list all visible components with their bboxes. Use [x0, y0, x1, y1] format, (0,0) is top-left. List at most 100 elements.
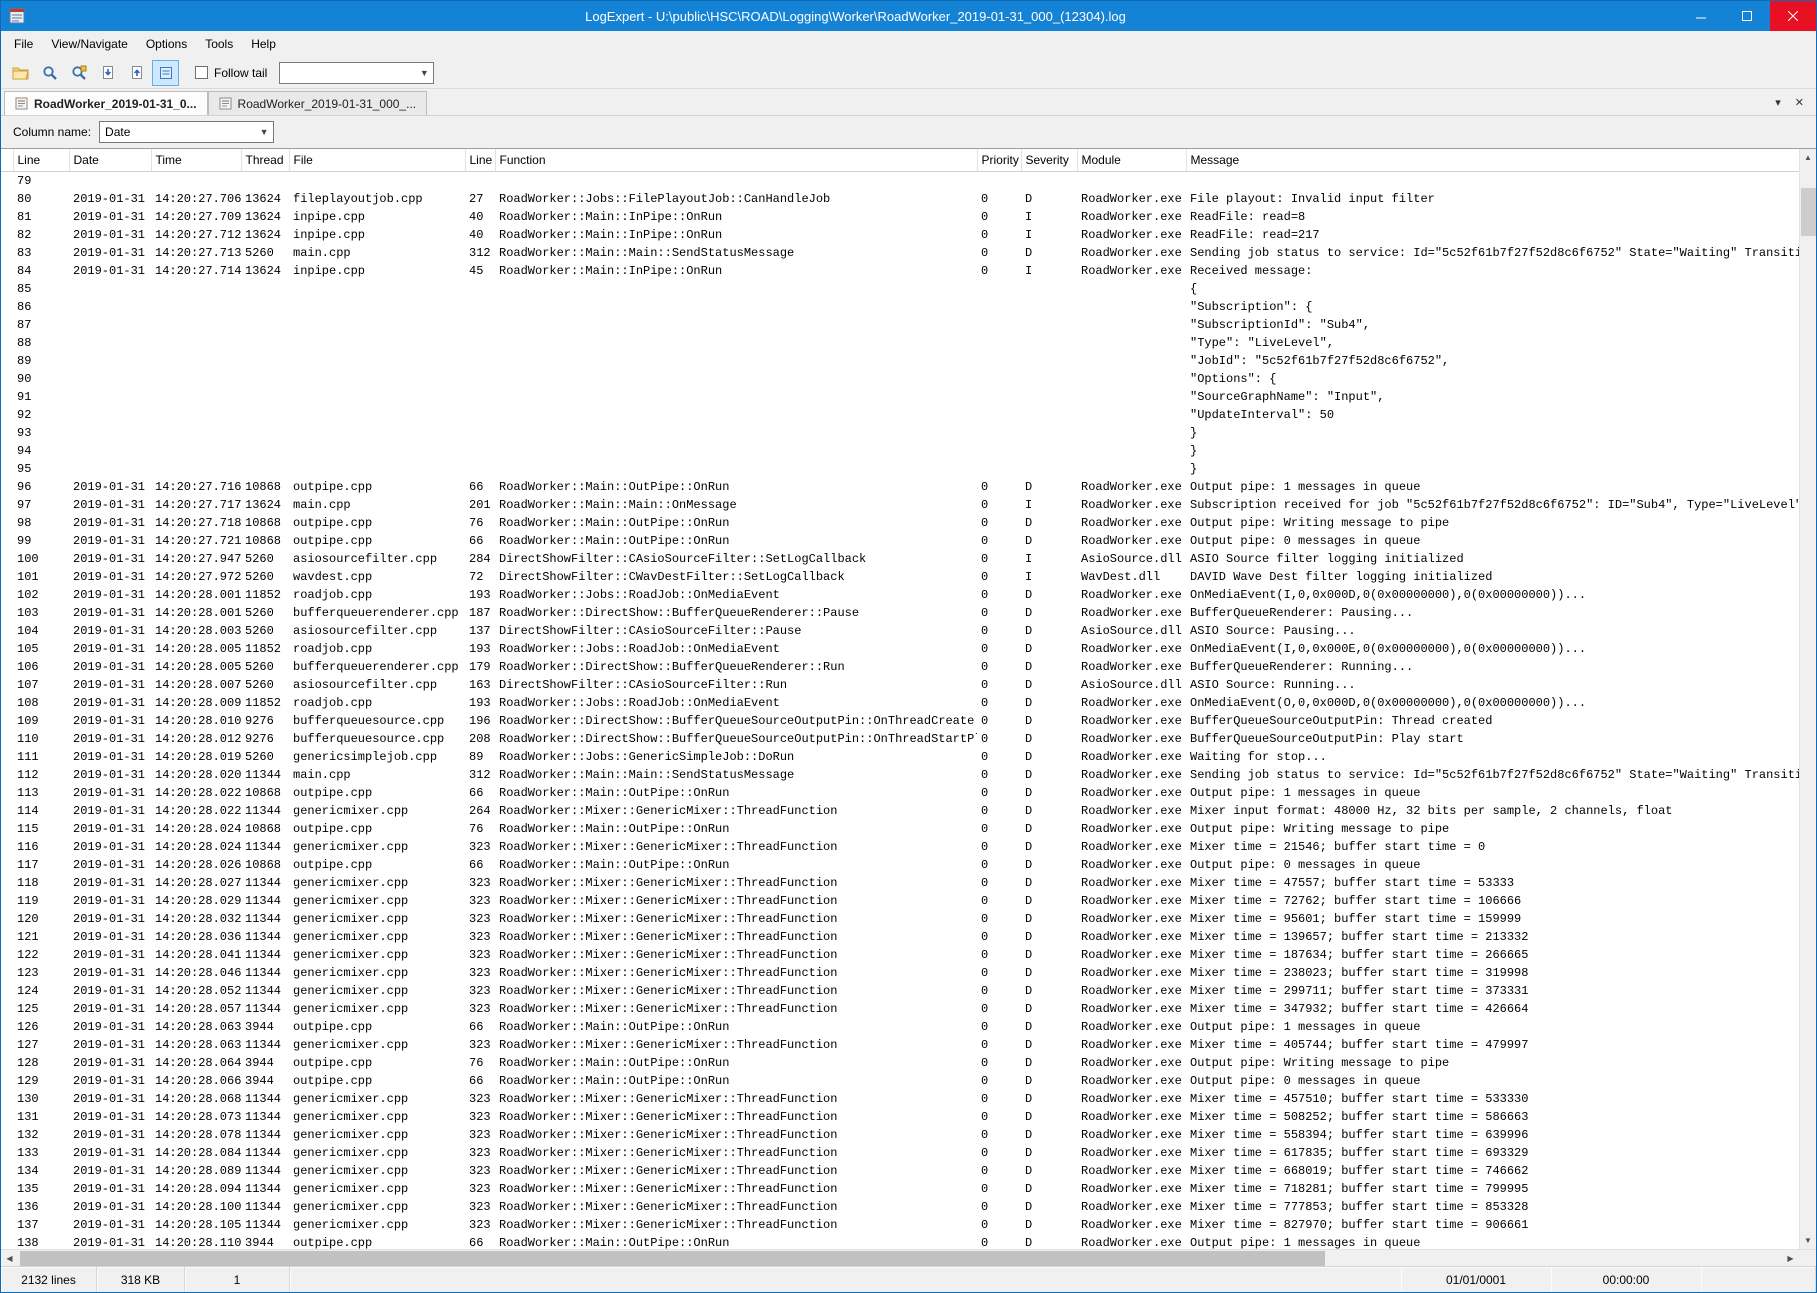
menu-item-options[interactable]: Options	[137, 32, 196, 56]
scroll-right-button[interactable]: ▶	[1782, 1250, 1799, 1266]
column-header-severity-9[interactable]: Severity	[1021, 149, 1077, 171]
table-row[interactable]: 92"UpdateInterval": 50	[1, 406, 1799, 424]
table-row[interactable]: 94}	[1, 442, 1799, 460]
table-row[interactable]: 812019-01-3114:20:27.70913624inpipe.cpp4…	[1, 208, 1799, 226]
table-row[interactable]: 1042019-01-3114:20:28.0035260asiosourcef…	[1, 622, 1799, 640]
table-row[interactable]: 1262019-01-3114:20:28.0633944outpipe.cpp…	[1, 1018, 1799, 1036]
menu-item-file[interactable]: File	[5, 32, 42, 56]
table-row[interactable]: 1172019-01-3114:20:28.02610868outpipe.cp…	[1, 856, 1799, 874]
column-header-thread-4[interactable]: Thread	[241, 149, 289, 171]
table-row[interactable]: 1072019-01-3114:20:28.0075260asiosourcef…	[1, 676, 1799, 694]
tab-roadworker-log-1[interactable]: RoadWorker_2019-01-31_0...	[4, 91, 208, 115]
scroll-down-button[interactable]: ▼	[1800, 1232, 1816, 1249]
table-row[interactable]: 1192019-01-3114:20:28.02911344genericmix…	[1, 892, 1799, 910]
tab-list-dropdown-icon[interactable]: ▾	[1775, 96, 1781, 109]
minimize-button[interactable]	[1678, 1, 1724, 31]
table-row[interactable]: 1382019-01-3114:20:28.1103944outpipe.cpp…	[1, 1234, 1799, 1250]
tab-close-icon[interactable]: ✕	[1795, 96, 1804, 109]
table-row[interactable]: 1122019-01-3114:20:28.02011344main.cpp31…	[1, 766, 1799, 784]
table-row[interactable]: 89"JobId": "5c52f61b7f27f52d8c6f6752",	[1, 352, 1799, 370]
table-row[interactable]: 86"Subscription": {	[1, 298, 1799, 316]
horizontal-scrollbar[interactable]: ◀ ▶	[1, 1249, 1816, 1266]
vertical-scroll-track[interactable]	[1800, 166, 1816, 1232]
table-row[interactable]: 1372019-01-3114:20:28.10511344genericmix…	[1, 1216, 1799, 1234]
table-row[interactable]: 1242019-01-3114:20:28.05211344genericmix…	[1, 982, 1799, 1000]
table-row[interactable]: 1232019-01-3114:20:28.04611344genericmix…	[1, 964, 1799, 982]
goto-next-bookmark-button[interactable]	[94, 60, 121, 86]
vertical-scrollbar[interactable]: ▲ ▼	[1799, 149, 1816, 1249]
scroll-left-button[interactable]: ◀	[1, 1250, 18, 1266]
table-row[interactable]: 1322019-01-3114:20:28.07811344genericmix…	[1, 1126, 1799, 1144]
menu-item-help[interactable]: Help	[242, 32, 285, 56]
column-header-line-6[interactable]: Line	[465, 149, 495, 171]
column-name-select[interactable]: Date ▼	[99, 121, 274, 143]
column-header-message-11[interactable]: Message	[1186, 149, 1799, 171]
table-row[interactable]: 1022019-01-3114:20:28.00111852roadjob.cp…	[1, 586, 1799, 604]
table-row[interactable]: 1102019-01-3114:20:28.0129276bufferqueue…	[1, 730, 1799, 748]
table-row[interactable]: 1162019-01-3114:20:28.02411344genericmix…	[1, 838, 1799, 856]
table-row[interactable]: 1052019-01-3114:20:28.00511852roadjob.cp…	[1, 640, 1799, 658]
table-row[interactable]: 962019-01-3114:20:27.71610868outpipe.cpp…	[1, 478, 1799, 496]
table-row[interactable]: 842019-01-3114:20:27.71413624inpipe.cpp4…	[1, 262, 1799, 280]
search-dialog-button[interactable]	[65, 60, 92, 86]
table-row[interactable]: 90"Options": {	[1, 370, 1799, 388]
table-row[interactable]: 1112019-01-3114:20:28.0195260genericsimp…	[1, 748, 1799, 766]
table-row[interactable]: 982019-01-3114:20:27.71810868outpipe.cpp…	[1, 514, 1799, 532]
horizontal-scroll-track[interactable]	[18, 1250, 1782, 1266]
table-row[interactable]: 88"Type": "LiveLevel",	[1, 334, 1799, 352]
table-row[interactable]: 1282019-01-3114:20:28.0643944outpipe.cpp…	[1, 1054, 1799, 1072]
table-row[interactable]: 1182019-01-3114:20:28.02711344genericmix…	[1, 874, 1799, 892]
table-row[interactable]: 1222019-01-3114:20:28.04111344genericmix…	[1, 946, 1799, 964]
table-row[interactable]: 1132019-01-3114:20:28.02210868outpipe.cp…	[1, 784, 1799, 802]
column-header-function-7[interactable]: Function	[495, 149, 977, 171]
table-row[interactable]: 79	[1, 171, 1799, 190]
bookmark-toggle-button[interactable]	[152, 60, 179, 86]
table-row[interactable]: 822019-01-3114:20:27.71213624inpipe.cpp4…	[1, 226, 1799, 244]
table-row[interactable]: 85{	[1, 280, 1799, 298]
open-file-button[interactable]	[7, 60, 34, 86]
table-row[interactable]: 1332019-01-3114:20:28.08411344genericmix…	[1, 1144, 1799, 1162]
vertical-scroll-thumb[interactable]	[1801, 188, 1816, 236]
table-row[interactable]: 1202019-01-3114:20:28.03211344genericmix…	[1, 910, 1799, 928]
close-button[interactable]	[1770, 1, 1816, 31]
table-row[interactable]: 1012019-01-3114:20:27.9725260wavdest.cpp…	[1, 568, 1799, 586]
table-row[interactable]: 1082019-01-3114:20:28.00911852roadjob.cp…	[1, 694, 1799, 712]
column-header-file-5[interactable]: File	[289, 149, 465, 171]
table-row[interactable]: 1062019-01-3114:20:28.0055260bufferqueue…	[1, 658, 1799, 676]
table-row[interactable]: 1032019-01-3114:20:28.0015260bufferqueue…	[1, 604, 1799, 622]
goto-prev-bookmark-button[interactable]	[123, 60, 150, 86]
table-row[interactable]: 1092019-01-3114:20:28.0109276bufferqueue…	[1, 712, 1799, 730]
table-row[interactable]: 95}	[1, 460, 1799, 478]
table-row[interactable]: 802019-01-3114:20:27.70613624fileplayout…	[1, 190, 1799, 208]
search-button[interactable]	[36, 60, 63, 86]
table-row[interactable]: 1302019-01-3114:20:28.06811344genericmix…	[1, 1090, 1799, 1108]
menu-item-tools[interactable]: Tools	[196, 32, 242, 56]
table-row[interactable]: 93}	[1, 424, 1799, 442]
table-row[interactable]: 1142019-01-3114:20:28.02211344genericmix…	[1, 802, 1799, 820]
horizontal-scroll-thumb[interactable]	[20, 1251, 1325, 1266]
column-header-line-1[interactable]: Line	[13, 149, 69, 171]
table-row[interactable]: 1312019-01-3114:20:28.07311344genericmix…	[1, 1108, 1799, 1126]
tab-roadworker-log-2[interactable]: RoadWorker_2019-01-31_000_...	[208, 91, 428, 115]
table-row[interactable]: 87"SubscriptionId": "Sub4",	[1, 316, 1799, 334]
table-row[interactable]: 1252019-01-3114:20:28.05711344genericmix…	[1, 1000, 1799, 1018]
table-row[interactable]: 992019-01-3114:20:27.72110868outpipe.cpp…	[1, 532, 1799, 550]
table-row[interactable]: 1152019-01-3114:20:28.02410868outpipe.cp…	[1, 820, 1799, 838]
column-header-priority-8[interactable]: Priority	[977, 149, 1021, 171]
table-row[interactable]: 1362019-01-3114:20:28.10011344genericmix…	[1, 1198, 1799, 1216]
table-row[interactable]: 1342019-01-3114:20:28.08911344genericmix…	[1, 1162, 1799, 1180]
table-row[interactable]: 1292019-01-3114:20:28.0663944outpipe.cpp…	[1, 1072, 1799, 1090]
table-row[interactable]: 1002019-01-3114:20:27.9475260asiosourcef…	[1, 550, 1799, 568]
table-row[interactable]: 91"SourceGraphName": "Input",	[1, 388, 1799, 406]
column-header-date-2[interactable]: Date	[69, 149, 151, 171]
menu-item-view-navigate[interactable]: View/Navigate	[42, 32, 137, 56]
column-header-time-3[interactable]: Time	[151, 149, 241, 171]
table-row[interactable]: 972019-01-3114:20:27.71713624main.cpp201…	[1, 496, 1799, 514]
table-row[interactable]: 1272019-01-3114:20:28.06311344genericmix…	[1, 1036, 1799, 1054]
table-row[interactable]: 1212019-01-3114:20:28.03611344genericmix…	[1, 928, 1799, 946]
maximize-button[interactable]	[1724, 1, 1770, 31]
follow-tail-checkbox[interactable]	[195, 66, 208, 79]
table-row[interactable]: 1352019-01-3114:20:28.09411344genericmix…	[1, 1180, 1799, 1198]
table-row[interactable]: 832019-01-3114:20:27.7135260main.cpp312R…	[1, 244, 1799, 262]
column-header-module-10[interactable]: Module	[1077, 149, 1186, 171]
